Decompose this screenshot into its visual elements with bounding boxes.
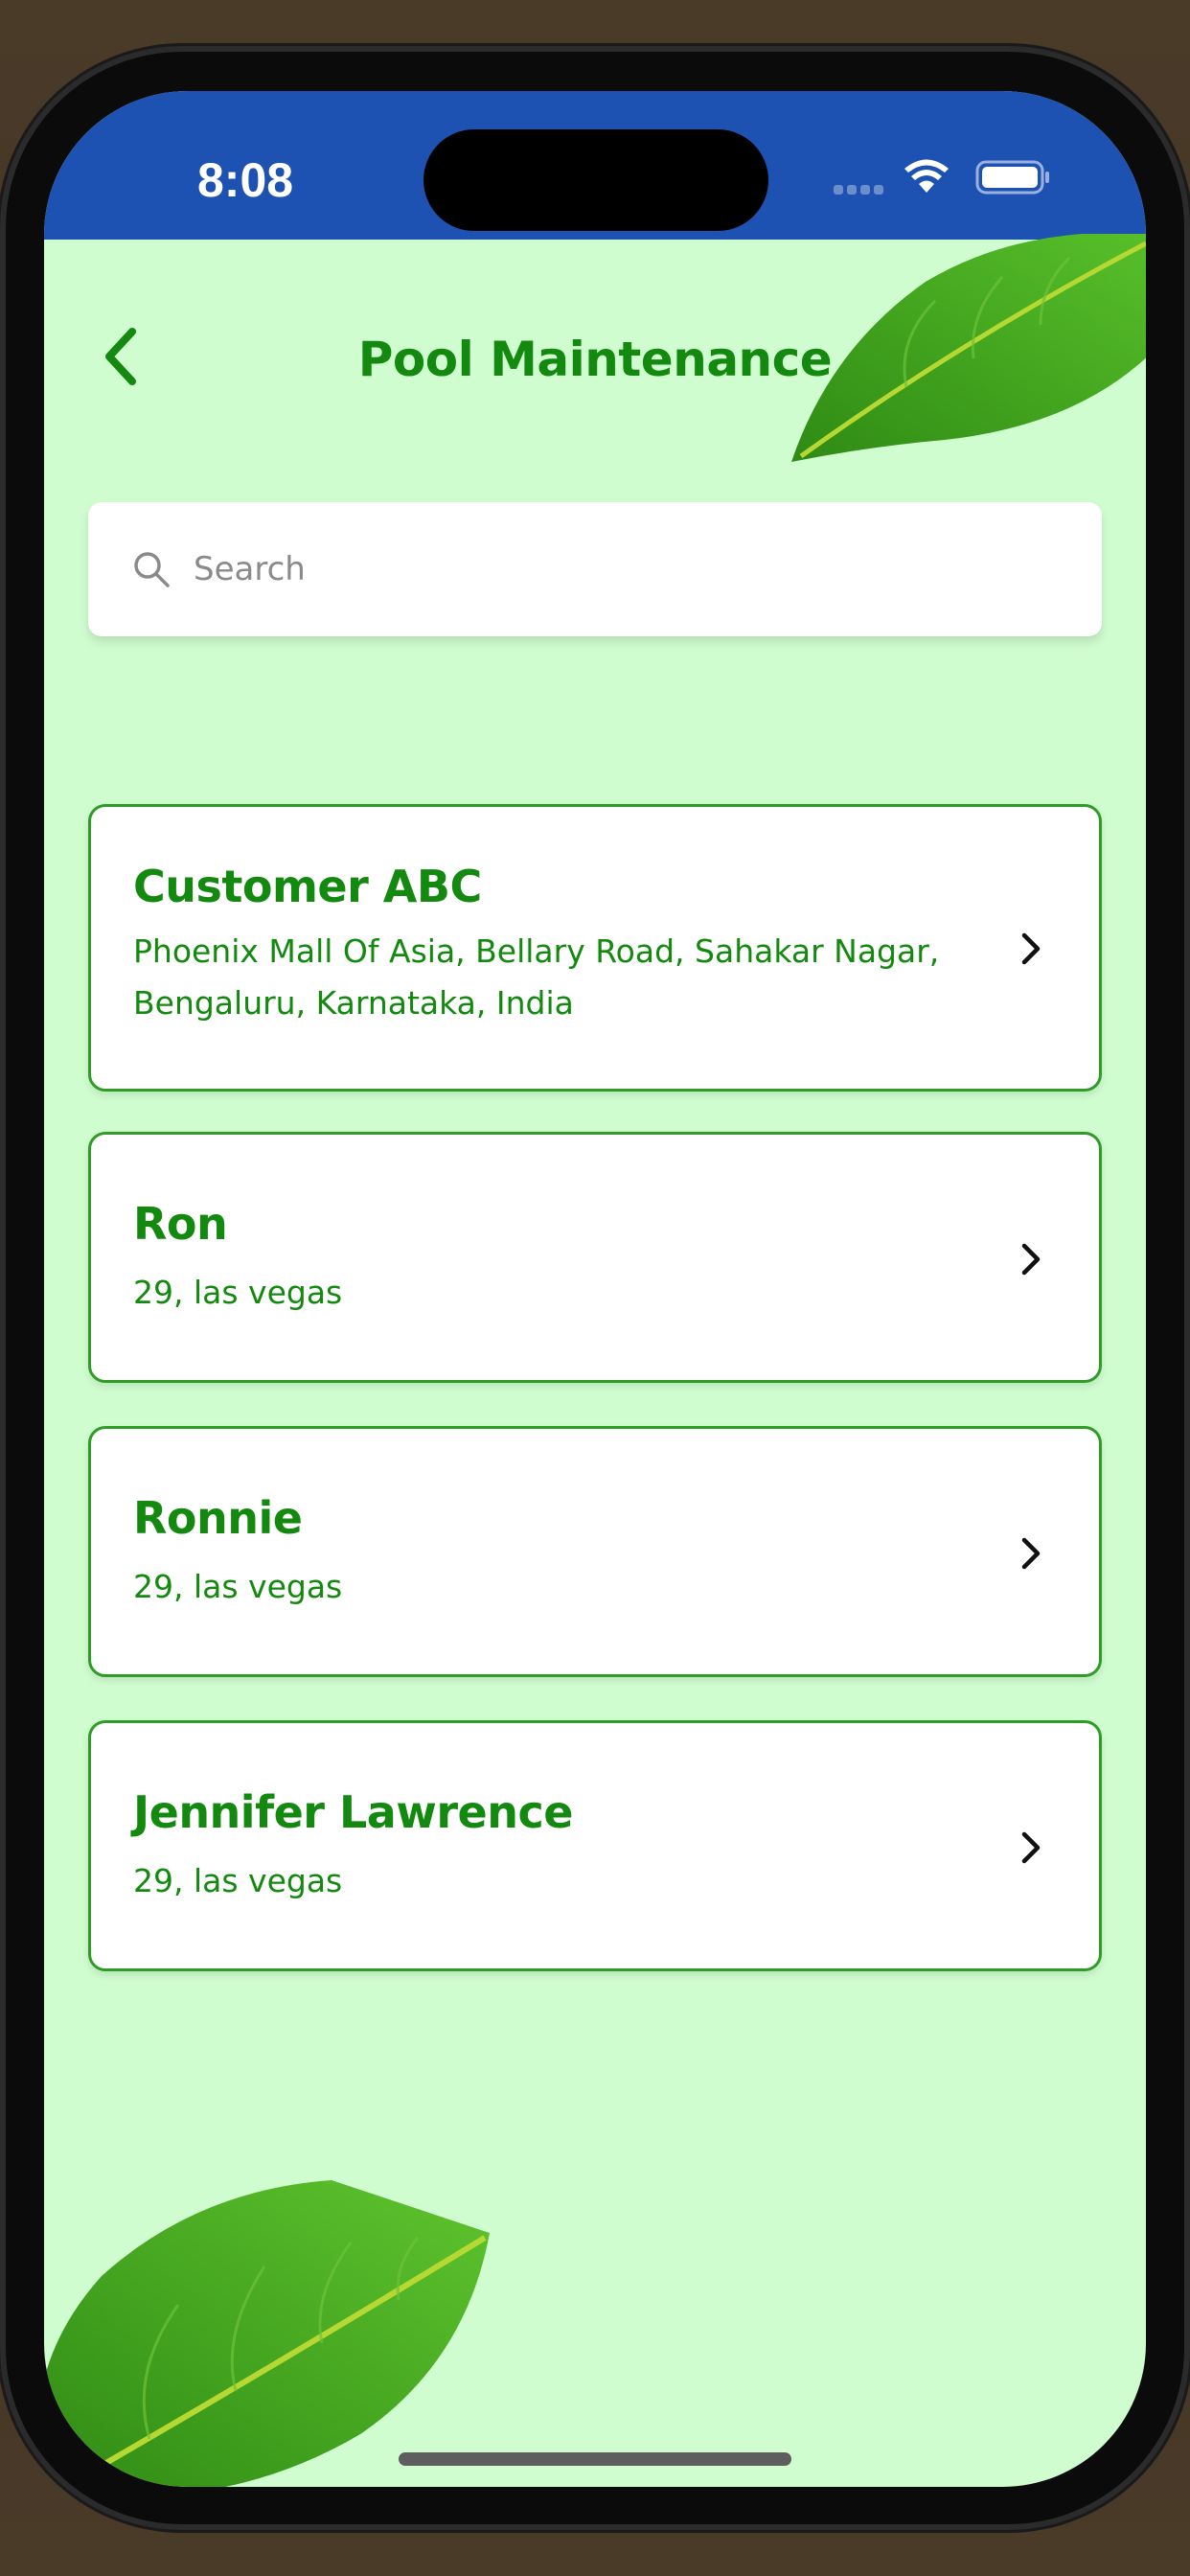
status-bar: 8:08 [44,91,1146,240]
customer-card[interactable]: Jennifer Lawrence 29, las vegas [88,1720,1102,1971]
customer-address: 29, las vegas [133,1274,343,1311]
customer-address: Phoenix Mall Of Asia, Bellary Road, Saha… [133,926,957,1029]
customer-card[interactable]: Ronnie 29, las vegas [88,1426,1102,1677]
dynamic-island [423,129,768,231]
chevron-right-icon [1021,932,1041,965]
search-icon [132,550,171,588]
customer-name: Ron [133,1198,228,1250]
search-bar[interactable] [88,502,1102,636]
customer-address-line: Bengaluru, Karnataka, India [133,984,574,1022]
leaf-decoration-icon [44,2180,490,2487]
home-indicator[interactable] [399,2452,791,2466]
customer-card[interactable]: Customer ABC Phoenix Mall Of Asia, Bella… [88,804,1102,1092]
customer-address: 29, las vegas [133,1568,343,1605]
chevron-right-icon [1021,1831,1041,1864]
wifi-icon [904,159,949,193]
status-time: 8:08 [197,153,294,207]
main-content: Pool Maintenance Customer ABC Phoenix Ma… [44,234,1146,2487]
battery-icon [975,160,1049,195]
cellular-signal-icon [834,185,891,196]
customer-name: Ronnie [133,1492,303,1544]
customer-name: Jennifer Lawrence [133,1786,573,1838]
customer-address: 29, las vegas [133,1862,343,1899]
customer-card[interactable]: Ron 29, las vegas [88,1132,1102,1383]
app-screen: 8:08 Pool Maintenance Search Customer AB… [44,91,1146,2487]
search-input[interactable] [192,549,1039,589]
page-title: Pool Maintenance [357,332,833,387]
chevron-right-icon [1021,1243,1041,1276]
chevron-right-icon [1021,1537,1041,1570]
customer-name: Customer ABC [133,861,482,912]
customer-address-line: Phoenix Mall Of Asia, Bellary Road, Saha… [133,932,940,970]
